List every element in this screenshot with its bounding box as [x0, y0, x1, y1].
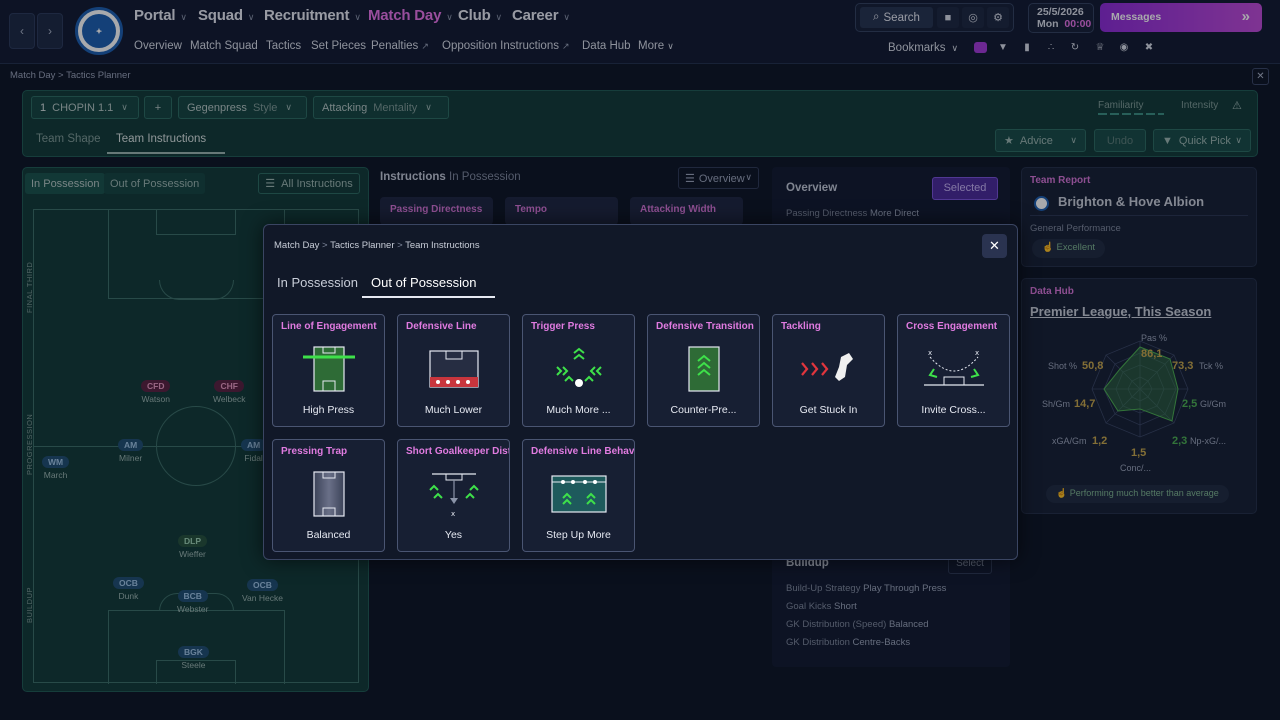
modal-close-button[interactable]: ✕	[982, 234, 1007, 258]
instruction-card-defensive-line[interactable]: Defensive Line Much Lower	[397, 314, 510, 427]
instruction-card-cross-engagement[interactable]: Cross Engagement x x Invite Cross...	[897, 314, 1010, 427]
trigger-press-icon	[556, 347, 602, 387]
defensive-line-behaviour-icon	[551, 475, 607, 513]
line-of-engagement-icon	[303, 346, 355, 392]
modal-tab-in-possession[interactable]: In Possession	[277, 275, 358, 290]
modal-breadcrumb-tactics-planner[interactable]: Tactics Planner	[330, 240, 394, 251]
pressing-trap-icon	[313, 471, 345, 517]
short-goalkeeper-distribution-icon: x	[429, 473, 479, 518]
modal-breadcrumb-match-day[interactable]: Match Day	[274, 240, 319, 251]
svg-text:x: x	[451, 510, 455, 518]
instruction-card-defensive-transition[interactable]: Defensive Transition Counter-Pre...	[647, 314, 760, 427]
tackling-icon	[801, 353, 853, 381]
defensive-line-icon	[429, 350, 479, 388]
team-instructions-modal: Match Day > Tactics Planner > Team Instr…	[263, 224, 1018, 560]
instruction-card-tackling[interactable]: Tackling Get Stuck In	[772, 314, 885, 427]
instruction-card-defensive-line-behaviour[interactable]: Defensive Line Behavic Step Up More	[522, 439, 635, 552]
instruction-card-line-of-engagement[interactable]: Line of Engagement High Press	[272, 314, 385, 427]
instruction-card-short-goalkeeper-distribution[interactable]: Short Goalkeeper Distr x Yes	[397, 439, 510, 552]
instruction-card-pressing-trap[interactable]: Pressing Trap Balanced	[272, 439, 385, 552]
close-icon: ✕	[989, 238, 1000, 253]
cross-engagement-icon: x x	[924, 349, 984, 386]
svg-text:x: x	[975, 349, 979, 357]
modal-breadcrumb-team-instructions: Team Instructions	[405, 240, 480, 251]
modal-tab-underline	[362, 296, 495, 298]
defensive-transition-icon	[688, 346, 720, 392]
instruction-card-trigger-press[interactable]: Trigger Press Much More ...	[522, 314, 635, 427]
modal-tab-out-of-possession[interactable]: Out of Possession	[371, 275, 477, 290]
modal-breadcrumb: Match Day > Tactics Planner > Team Instr…	[274, 240, 480, 251]
svg-text:x: x	[928, 349, 932, 357]
